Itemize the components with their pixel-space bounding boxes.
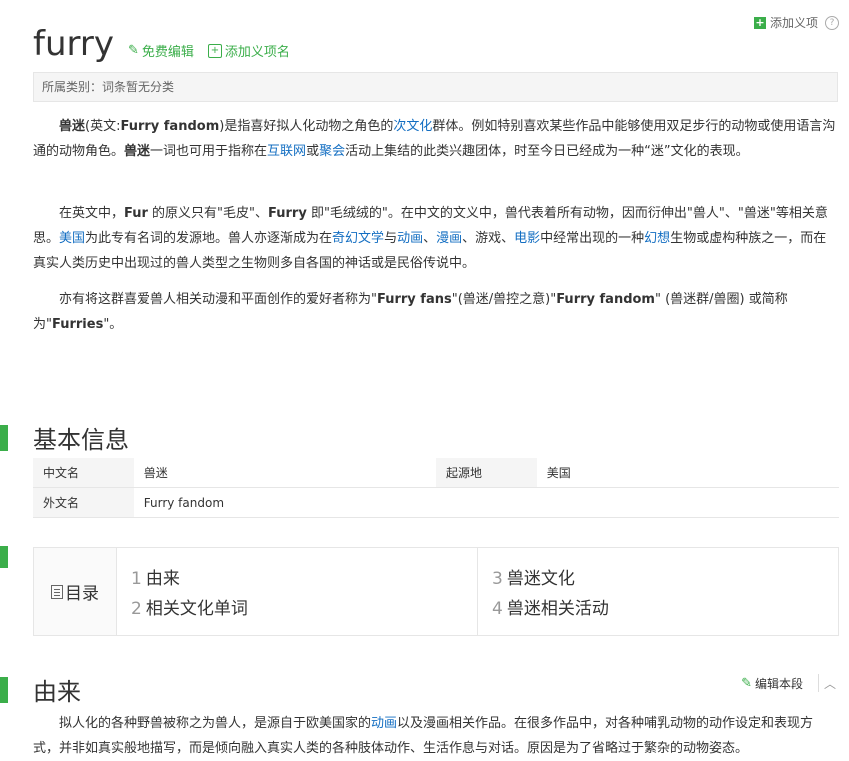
term-bold: 兽迷 (59, 119, 86, 134)
add-meaning-name-button[interactable]: + 添加义项名 (207, 41, 290, 60)
link-fantasy[interactable]: 幻想 (644, 231, 670, 246)
text: 的原义只有"毛皮"、 (147, 206, 269, 221)
list-icon (51, 584, 63, 599)
add-meaning-top-button[interactable]: + 添加义项 ? (753, 14, 839, 31)
toc-item-origin[interactable]: 1 由来 (131, 564, 477, 594)
free-edit-label: 免费编辑 (141, 45, 194, 60)
pencil-icon: ✎ (128, 43, 139, 58)
link-animation[interactable]: 动画 (371, 716, 397, 731)
intro-paragraph-3: 亦有将这群喜爱兽人相关动漫和平面创作的爱好者称为"Furry fans"(兽迷/… (33, 287, 839, 337)
basic-info-table: 中文名 兽迷 起源地 美国 外文名 Furry fandom (33, 458, 839, 518)
toc-label: 相关文化单词 (145, 599, 248, 619)
toc-title: 目录 (65, 584, 99, 604)
text: )是指喜好拟人化动物之角色的 (219, 119, 394, 134)
add-meaning-name-label: 添加义项名 (224, 45, 290, 60)
link-internet[interactable]: 互联网 (267, 144, 306, 159)
text: 拟人化的各种野兽被称之为兽人，是源自于欧美国家的 (59, 716, 372, 731)
origin-title: 由来 (33, 678, 81, 706)
text: 为此专有名词的发源地。兽人亦逐渐成为在 (85, 231, 333, 246)
category-bar: 所属类别：词条暂无分类 (33, 72, 838, 102)
info-value: 美国 (536, 458, 839, 488)
term-bold: Furry fans (376, 292, 452, 307)
link-film[interactable]: 电影 (514, 231, 540, 246)
term-bold: Furry (268, 206, 307, 221)
text: 在英文中， (59, 206, 125, 221)
toc-number: 1 (131, 569, 142, 589)
toc-header: 目录 (34, 548, 117, 635)
add-icon: + (207, 43, 222, 58)
text: 或 (306, 144, 320, 159)
section-marker (0, 424, 8, 451)
link-animation[interactable]: 动画 (397, 231, 423, 246)
link-comics[interactable]: 漫画 (436, 231, 462, 246)
intro-paragraph-1: 兽迷(英文:Furry fandom)是指喜好拟人化动物之角色的次文化群体。例如… (33, 114, 839, 164)
term-bold: Furries (51, 317, 104, 332)
text: 一词也可用于指称在 (150, 144, 268, 159)
link-gathering[interactable]: 聚会 (319, 144, 345, 159)
collapse-section-button[interactable]: ︿ (818, 674, 841, 692)
table-row: 中文名 兽迷 起源地 美国 (33, 458, 839, 488)
pencil-icon: ✎ (741, 676, 752, 691)
free-edit-button[interactable]: ✎ 免费编辑 (128, 41, 194, 60)
category-label: 所属类别： (42, 80, 103, 94)
toc-column-left: 1 由来 2 相关文化单词 (117, 548, 477, 635)
text: 中经常出现的一种 (540, 231, 645, 246)
text: 与 (384, 231, 398, 246)
intro-paragraph-2: 在英文中，Fur 的原义只有"毛皮"、Furry 即"毛绒绒的"。在中文的文义中… (33, 201, 839, 276)
text: (英文: (85, 119, 121, 134)
help-icon[interactable]: ? (825, 15, 839, 30)
info-key: 起源地 (436, 458, 537, 488)
toc-label: 由来 (145, 569, 180, 589)
table-of-contents: 目录 1 由来 2 相关文化单词 3 兽迷文化 4 兽迷相关活动 (33, 547, 839, 636)
table-row: 外文名 Furry fandom (33, 487, 839, 518)
category-value: 词条暂无分类 (102, 80, 175, 94)
toc-number: 2 (131, 599, 142, 619)
text: "。 (103, 317, 123, 332)
info-value: Furry fandom (133, 487, 436, 518)
origin-heading: 由来 (0, 672, 81, 707)
page-title: furry (33, 24, 114, 64)
chevron-up-icon: ︿ (823, 676, 836, 691)
edit-section-label: 编辑本段 (754, 677, 803, 691)
link-fantasy-literature[interactable]: 奇幻文学 (332, 231, 384, 246)
text: 、 (423, 231, 437, 246)
basic-info-title: 基本信息 (33, 426, 129, 454)
toc-label: 兽迷文化 (506, 569, 575, 589)
text: 亦有将这群喜爱兽人相关动漫和平面创作的爱好者称为" (59, 292, 377, 307)
link-subculture[interactable]: 次文化 (393, 119, 432, 134)
plus-icon: + (753, 15, 766, 29)
origin-paragraph: 拟人化的各种野兽被称之为兽人，是源自于欧美国家的动画以及漫画相关作品。在很多作品… (33, 711, 839, 761)
info-value: 兽迷 (133, 458, 436, 488)
toc-number: 4 (492, 599, 503, 619)
toc-item-culture[interactable]: 3 兽迷文化 (492, 564, 838, 594)
section-marker (0, 546, 8, 568)
text: 活动上集结的此类兴趣团体，时至今日已经成为一种“迷”文化的表现。 (345, 144, 749, 159)
toc-column-right: 3 兽迷文化 4 兽迷相关活动 (477, 548, 838, 635)
section-marker (0, 676, 8, 703)
toc-item-related-terms[interactable]: 2 相关文化单词 (131, 594, 477, 624)
link-usa[interactable]: 美国 (59, 231, 85, 246)
title-row: furry ✎ 免费编辑 + 添加义项名 (33, 22, 290, 66)
info-key: 中文名 (33, 458, 134, 488)
edit-section-button[interactable]: ✎ 编辑本段 (741, 675, 803, 692)
term-bold: Furry fandom (120, 119, 220, 134)
term-bold: 兽迷 (124, 144, 151, 159)
term-bold: Furry fandom (556, 292, 655, 307)
term-bold: Fur (124, 206, 148, 221)
toc-number: 3 (492, 569, 503, 589)
add-meaning-top-label: 添加义项 (769, 16, 818, 30)
info-value-empty (536, 487, 839, 518)
info-key: 外文名 (33, 487, 134, 518)
toc-label: 兽迷相关活动 (506, 599, 609, 619)
basic-info-heading: 基本信息 (0, 420, 129, 455)
text: "(兽迷/兽控之意)" (451, 292, 557, 307)
toc-item-activities[interactable]: 4 兽迷相关活动 (492, 594, 838, 624)
text: 、游戏、 (462, 231, 515, 246)
info-key-empty (436, 487, 537, 518)
